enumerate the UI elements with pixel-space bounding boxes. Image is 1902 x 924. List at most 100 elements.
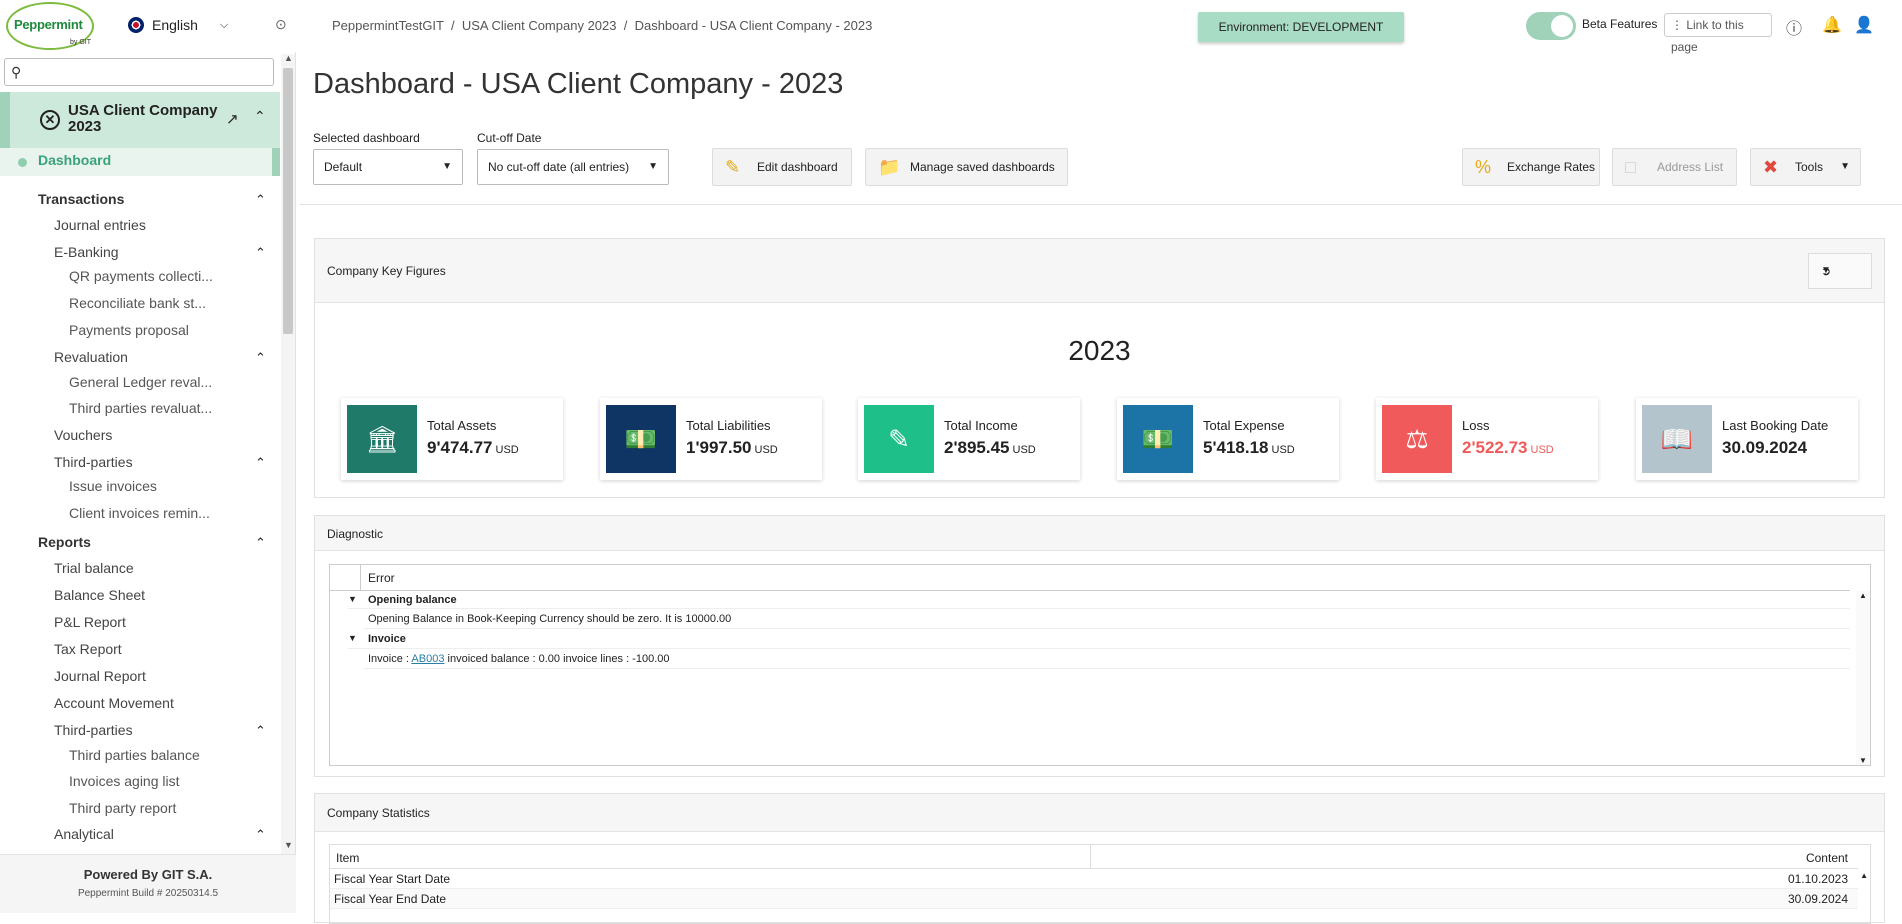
sidebar-item[interactable]: Issue invoices <box>69 478 157 494</box>
cutoff-date-select[interactable]: No cut-off date (all entries) ▼ <box>477 149 669 185</box>
breadcrumb-item[interactable]: PeppermintTestGIT <box>332 18 444 33</box>
company-selector[interactable]: ✕ USA Client Company 2023 ↗ ⌃ <box>0 92 280 148</box>
table-row: Invoice : AB003 invoiced balance : 0.00 … <box>364 649 1850 669</box>
clock-icon[interactable]: ⊙ <box>275 16 287 33</box>
chevron-up-icon[interactable]: ⌃ <box>255 723 266 739</box>
chevron-up-icon[interactable]: ⌃ <box>254 108 266 125</box>
table-row: Opening Balance in Book-Keeping Currency… <box>364 609 1850 629</box>
group-row[interactable]: ▼ Opening balance <box>348 591 1850 609</box>
card-value: 2'895.45 USD <box>944 438 1036 458</box>
edit-dashboard-icon: ✎ <box>725 157 741 177</box>
tools-icon: ✖ <box>1763 157 1779 177</box>
sidebar-item[interactable]: Analytical <box>54 826 114 842</box>
invoice-link[interactable]: AB003 <box>411 653 444 665</box>
chevron-up-icon[interactable]: ⌃ <box>255 535 266 551</box>
table-scrollbar[interactable]: ▲ ▼ <box>1856 591 1870 765</box>
sidebar-item[interactable]: Trial balance <box>54 560 134 576</box>
sidebar-item[interactable]: Journal entries <box>54 217 146 233</box>
sidebar-item[interactable]: Third parties revaluat... <box>69 400 212 416</box>
key-figure-card[interactable]: 💵 Total Liabilities 1'997.50 USD <box>600 398 822 480</box>
scroll-down-icon[interactable]: ▼ <box>1859 756 1867 765</box>
chevron-up-icon[interactable]: ⌃ <box>255 455 266 471</box>
sidebar-item-dashboard[interactable]: Dashboard <box>0 148 280 176</box>
edit-dashboard-button[interactable]: ✎ Edit dashboard <box>712 148 852 186</box>
sidebar-item[interactable]: Third parties balance <box>69 747 200 763</box>
table-header: Error <box>330 565 1850 591</box>
statistics-table: Item Content Fiscal Year Start Date 01.1… <box>329 844 1871 924</box>
group-name: Invoice <box>368 633 406 645</box>
sidebar-search-input[interactable]: ⚲ <box>4 58 274 86</box>
money-bill-icon: 💵 <box>606 405 676 473</box>
app-logo[interactable]: Peppermint by GIT <box>6 2 94 50</box>
chevron-up-icon[interactable]: ⌃ <box>255 350 266 366</box>
chevron-up-icon[interactable]: ⌃ <box>255 245 266 261</box>
sidebar-item[interactable]: P&L Report <box>54 614 126 630</box>
breadcrumb-separator: / <box>447 18 462 33</box>
sidebar-item[interactable]: Client invoices remin... <box>69 505 210 521</box>
sidebar-item[interactable]: Reports <box>38 534 91 550</box>
toggle-knob <box>1551 15 1573 37</box>
button-label: Tools <box>1795 160 1824 174</box>
scroll-up-icon[interactable]: ▲ <box>1859 591 1867 600</box>
sidebar-item[interactable]: Third-parties <box>54 722 133 738</box>
scroll-up-icon[interactable]: ▲ <box>284 53 293 63</box>
address-list-button[interactable]: □ Address List <box>1612 148 1737 186</box>
export-menu-button[interactable]: ➲ ▼ <box>1808 253 1872 289</box>
manage-dashboards-button[interactable]: 📁 Manage saved dashboards <box>865 148 1068 186</box>
sidebar-item[interactable]: Vouchers <box>54 427 112 443</box>
sidebar-item[interactable]: E-Banking <box>54 244 119 260</box>
sidebar-item[interactable]: Balance Sheet <box>54 587 145 603</box>
external-link-icon[interactable]: ↗ <box>226 110 239 128</box>
exchange-rates-button[interactable]: % Exchange Rates <box>1462 148 1600 186</box>
sidebar-item[interactable]: Third party report <box>69 800 176 816</box>
group-row[interactable]: ▼ Invoice <box>348 629 1850 649</box>
key-figure-card[interactable]: 🏛 Total Assets 9'474.77 USD <box>341 398 563 480</box>
collapse-icon[interactable]: ▼ <box>348 633 357 643</box>
language-selector[interactable]: English ⌵ <box>128 14 228 36</box>
key-figure-card[interactable]: ✎ Total Income 2'895.45 USD <box>858 398 1080 480</box>
key-figure-card[interactable]: 📖 Last Booking Date 30.09.2024 <box>1636 398 1858 480</box>
link-to-page-button[interactable]: ⋮ Link to this page <box>1664 13 1772 54</box>
card-label: Loss <box>1462 418 1490 433</box>
sidebar-footer: Powered By GIT S.A. Peppermint Build # 2… <box>0 854 296 913</box>
scroll-up-icon[interactable]: ▲ <box>1860 871 1868 880</box>
breadcrumb-item[interactable]: USA Client Company 2023 <box>462 18 617 33</box>
sidebar-item[interactable]: QR payments collecti... <box>69 268 213 284</box>
diagnostic-table: Error ▼ Opening balance Opening Balance … <box>329 564 1871 766</box>
bell-icon[interactable]: 🔔 <box>1822 15 1842 35</box>
sidebar-item[interactable]: Third-parties <box>54 454 133 470</box>
language-label: English <box>152 17 198 33</box>
logo-subtext: by GIT <box>70 39 92 46</box>
error-prefix: Invoice : <box>368 653 412 665</box>
fiscal-year: 2023 <box>1068 335 1131 366</box>
sidebar-item[interactable]: Tax Report <box>54 641 122 657</box>
scroll-down-icon[interactable]: ▼ <box>284 840 293 850</box>
sidebar-item[interactable]: Transactions <box>38 191 124 207</box>
key-figure-card[interactable]: ⚖ Loss 2'522.73 USD <box>1376 398 1598 480</box>
sidebar-scroll-thumb[interactable] <box>283 68 293 334</box>
sidebar-item[interactable]: Revaluation <box>54 349 128 365</box>
user-icon[interactable]: 👤 <box>1854 15 1874 35</box>
column-divider <box>360 565 361 591</box>
button-label: Edit dashboard <box>757 160 838 174</box>
collapse-icon[interactable]: ▼ <box>348 594 357 604</box>
sidebar-item[interactable]: Account Movement <box>54 695 174 711</box>
search-field[interactable] <box>29 61 269 83</box>
chevron-up-icon[interactable]: ⌃ <box>255 827 266 843</box>
key-figure-card[interactable]: 💵 Total Expense 5'418.18 USD <box>1117 398 1339 480</box>
sidebar-item[interactable]: Journal Report <box>54 668 146 684</box>
sidebar-item[interactable]: Invoices aging list <box>69 773 180 789</box>
sidebar-item[interactable]: Payments proposal <box>69 322 189 338</box>
logo-text: Peppermint <box>14 17 83 32</box>
info-icon[interactable]: ⓘ <box>1786 15 1802 39</box>
caret-down-icon: ▼ <box>1821 265 1831 276</box>
close-company-icon[interactable]: ✕ <box>40 110 60 130</box>
chevron-up-icon[interactable]: ⌃ <box>255 192 266 208</box>
beta-features-toggle[interactable] <box>1526 12 1576 40</box>
dashboard-select[interactable]: Default ▼ <box>313 149 463 185</box>
card-amount: 2'522.73 <box>1462 438 1528 457</box>
sidebar-item[interactable]: General Ledger reval... <box>69 374 212 390</box>
sidebar-item[interactable]: Reconciliate bank st... <box>69 295 206 311</box>
tools-button[interactable]: ✖ Tools ▼ <box>1750 148 1861 186</box>
stat-item: Fiscal Year End Date <box>334 892 447 906</box>
